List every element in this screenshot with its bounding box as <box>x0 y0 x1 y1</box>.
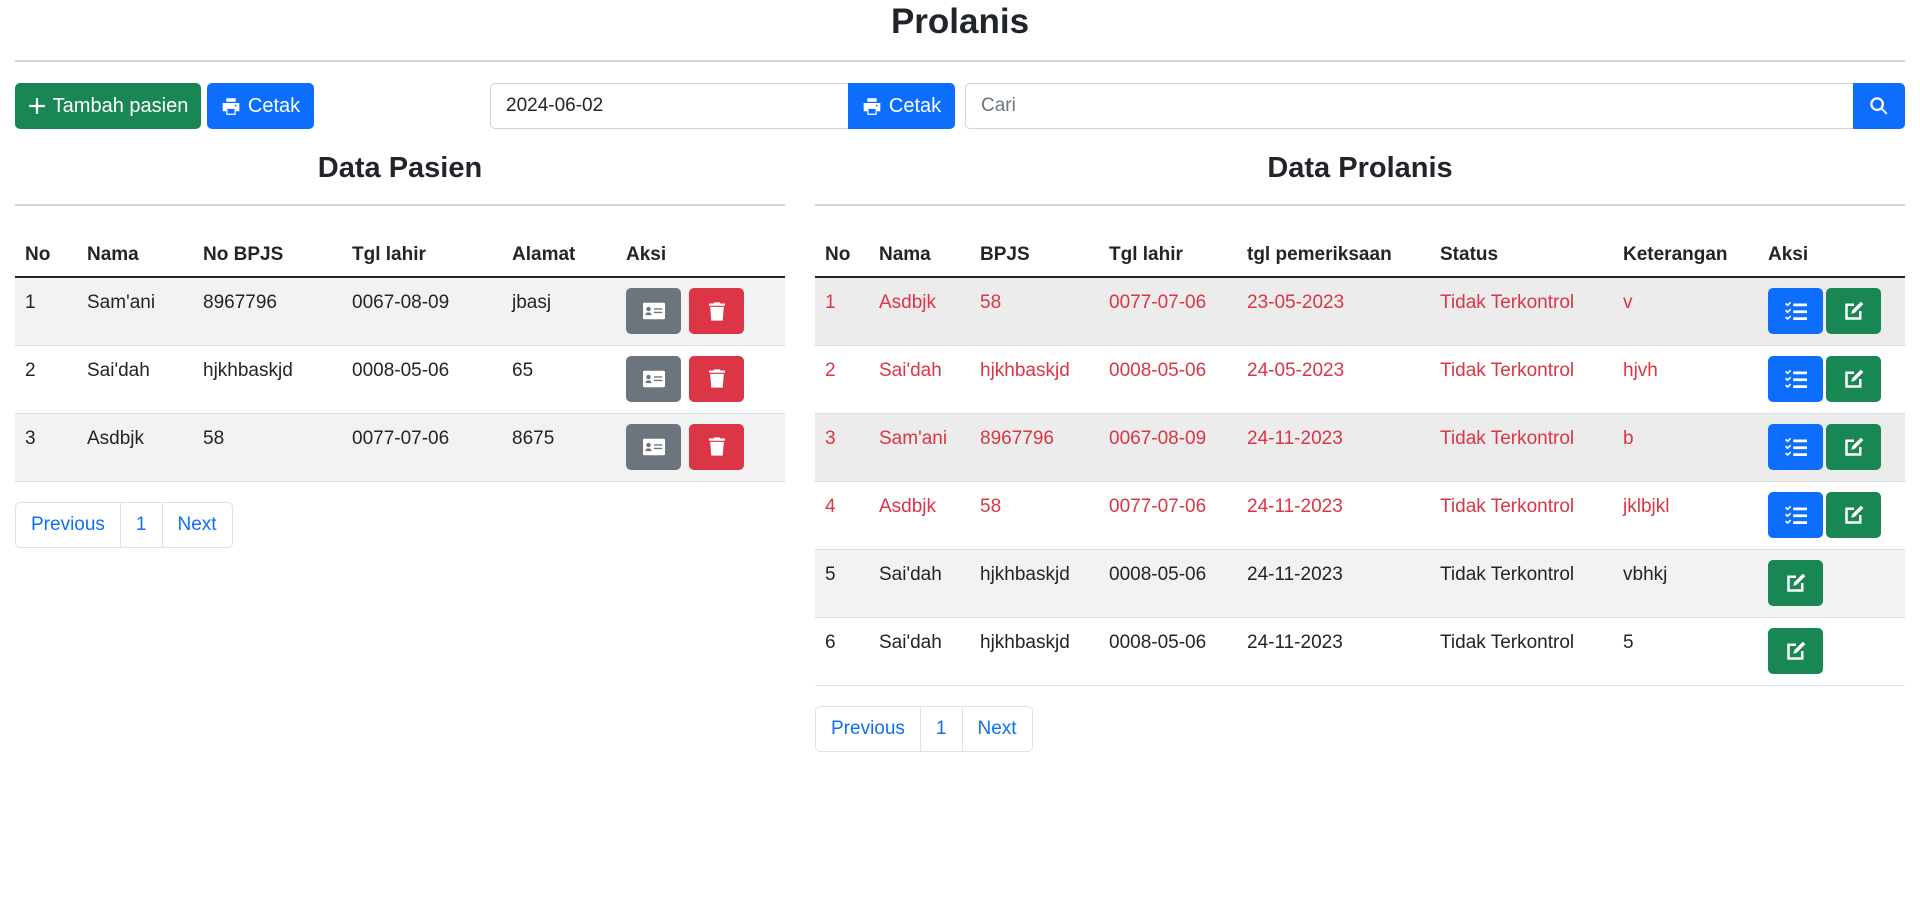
col-tgl-pemeriksaan: tgl pemeriksaan <box>1237 209 1430 278</box>
edit-icon <box>1844 369 1863 388</box>
col-alamat: Alamat <box>502 209 616 278</box>
prolanis-table: No Nama BPJS Tgl lahir tgl pemeriksaan S… <box>815 209 1905 686</box>
page-link-1[interactable]: 1 <box>121 503 163 547</box>
col-tgl-lahir: Tgl lahir <box>342 209 502 278</box>
table-row: 4 Asdbjk 58 0077-07-06 24-11-2023 Tidak Terko… <box>815 481 1905 550</box>
search-input[interactable]: Cari <box>965 83 1855 129</box>
table-row: 5 Sai'dah hjkhbaskjd 0008-05-06 24-11-2023 Ti… <box>815 549 1905 618</box>
checklist-icon <box>1784 437 1807 456</box>
edit-button[interactable] <box>1826 423 1881 470</box>
search-button[interactable] <box>1853 83 1905 129</box>
col-nama: Nama <box>77 209 193 278</box>
trash-icon <box>708 437 725 456</box>
col-no: No <box>15 209 77 278</box>
table-row: 6 Sai'dah hjkhbaskjd 0008-05-06 24-11-2023 Ti… <box>815 617 1905 686</box>
checklist-button[interactable] <box>1768 288 1823 334</box>
id-card-icon <box>642 302 665 320</box>
checklist-button[interactable] <box>1768 355 1823 402</box>
edit-button[interactable] <box>1768 559 1823 606</box>
edit-icon <box>1844 437 1863 456</box>
checklist-icon <box>1784 302 1807 320</box>
edit-button[interactable] <box>1826 355 1881 402</box>
edit-button[interactable] <box>1768 627 1823 674</box>
edit-icon <box>1844 505 1863 524</box>
edit-icon <box>1786 573 1805 592</box>
date-input[interactable]: 2024-06-02 <box>490 83 850 129</box>
checklist-icon <box>1784 369 1807 388</box>
col-keterangan: Keterangan <box>1613 209 1758 278</box>
table-row: 2 Sai'dah hjkhbaskjd 0008-05-06 65 <box>15 345 785 414</box>
table-row: 2 Sai'dah hjkhbaskjd 0008-05-06 24-05-2023 Ti… <box>815 345 1905 414</box>
title-divider <box>15 60 1905 62</box>
col-tgl-lahir: Tgl lahir <box>1099 209 1237 278</box>
delete-button[interactable] <box>689 355 745 402</box>
edit-icon <box>1844 301 1863 320</box>
col-aksi: Aksi <box>1758 209 1905 278</box>
page-title: Prolanis <box>890 2 1030 41</box>
delete-button[interactable] <box>689 288 745 334</box>
col-aksi: Aksi <box>616 209 785 278</box>
pasien-pagination: Previous 1 Next <box>15 502 233 548</box>
search-icon <box>1870 97 1888 115</box>
plus-icon <box>28 98 45 114</box>
col-no: No <box>815 209 869 278</box>
table-row: 3 Sam'ani 8967796 0067-08-09 24-11-2023 Tidak… <box>815 413 1905 482</box>
id-card-icon <box>642 370 665 387</box>
table-row: 3 Asdbjk 58 0077-07-06 8675 <box>15 413 785 482</box>
col-bpjs: No BPJS <box>193 209 342 278</box>
add-patient-button[interactable]: Tambah pasien <box>15 83 201 129</box>
edit-button[interactable] <box>1826 288 1881 334</box>
edit-icon <box>1786 641 1805 660</box>
trash-icon <box>708 369 725 388</box>
page-link-1[interactable]: 1 <box>921 707 963 751</box>
col-nama: Nama <box>869 209 970 278</box>
detail-button[interactable] <box>626 423 681 470</box>
checklist-button[interactable] <box>1768 423 1823 470</box>
col-bpjs: BPJS <box>970 209 1099 278</box>
col-status: Status <box>1430 209 1613 278</box>
date-print-button[interactable]: Cetak <box>848 83 955 129</box>
checklist-button[interactable] <box>1768 491 1823 538</box>
pasien-table: No Nama No BPJS Tgl lahir Alamat Aksi 1 … <box>15 209 785 482</box>
table-row: 1 Sam'ani 8967796 0067-08-09 jbasj <box>15 277 785 346</box>
prolanis-divider <box>815 204 1905 206</box>
id-card-icon <box>642 438 665 455</box>
pasien-divider <box>15 204 785 206</box>
detail-button[interactable] <box>626 288 681 334</box>
previous-page-link[interactable]: Previous <box>816 707 921 751</box>
detail-button[interactable] <box>626 355 681 402</box>
prolanis-section-title: Data Prolanis <box>1267 152 1453 184</box>
print-button[interactable]: Cetak <box>207 83 314 129</box>
pasien-section-title: Data Pasien <box>317 152 483 184</box>
table-row: 1 Asdbjk 58 0077-07-06 23-05-2023 Tidak Terko… <box>815 277 1905 346</box>
edit-button[interactable] <box>1826 491 1881 538</box>
delete-button[interactable] <box>689 423 745 470</box>
trash-icon <box>708 301 725 321</box>
checklist-icon <box>1784 505 1807 524</box>
printer-icon <box>863 97 881 115</box>
prolanis-pagination: Previous 1 Next <box>815 706 1033 752</box>
previous-page-link[interactable]: Previous <box>16 503 121 547</box>
next-page-link[interactable]: Next <box>163 503 232 547</box>
printer-icon <box>222 97 240 115</box>
next-page-link[interactable]: Next <box>963 707 1032 751</box>
